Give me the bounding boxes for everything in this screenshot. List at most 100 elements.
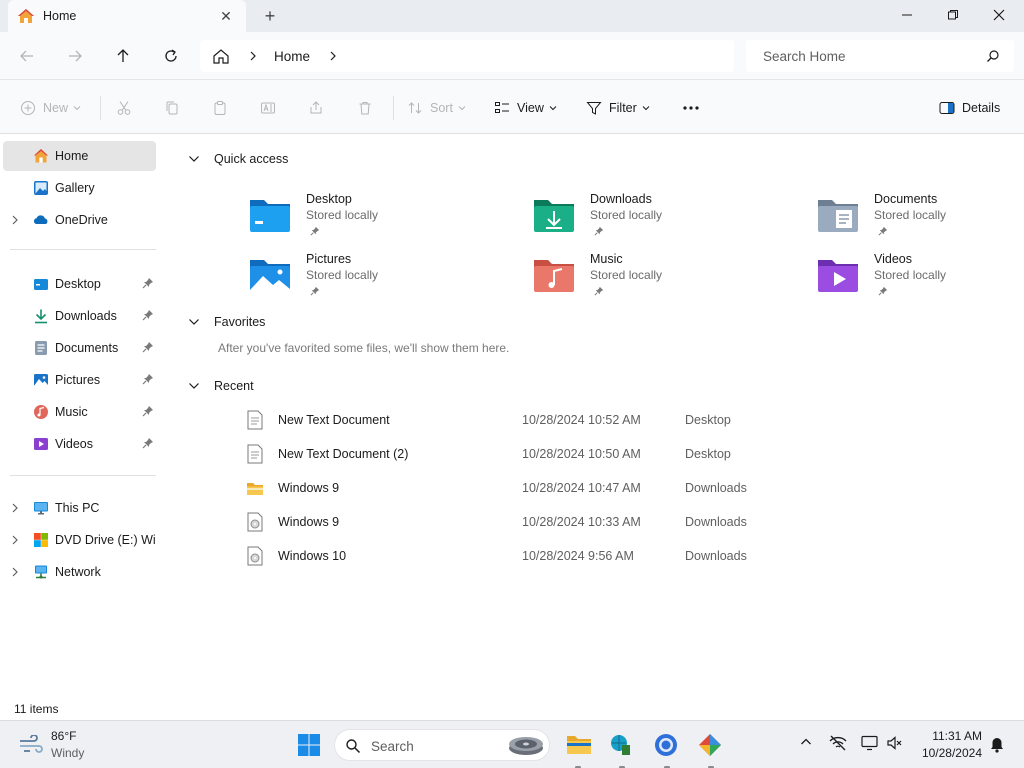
start-button[interactable] xyxy=(293,729,325,761)
quick-access-documents[interactable]: Documents Stored locally xyxy=(816,190,1024,246)
navigation-pane: Home Gallery OneDrive Desktop Downloads … xyxy=(0,135,162,700)
chevron-down-icon xyxy=(458,106,466,111)
recent-row[interactable]: Windows 9 10/28/2024 10:33 AM Downloads xyxy=(246,508,966,536)
home-outline-icon[interactable] xyxy=(212,48,230,65)
wind-weather-icon[interactable] xyxy=(18,735,44,753)
chevron-right-icon[interactable] xyxy=(11,214,19,226)
weather-condition[interactable]: Windy xyxy=(51,746,84,760)
minimize-button[interactable] xyxy=(884,0,930,30)
quick-access-header[interactable]: Quick access xyxy=(188,149,288,169)
forward-button[interactable] xyxy=(62,44,88,68)
taskbar-app[interactable] xyxy=(694,729,726,761)
search-input[interactable]: Search Home xyxy=(746,40,1014,72)
sidebar-item-documents[interactable]: Documents xyxy=(3,333,156,363)
pin-icon[interactable] xyxy=(142,341,154,353)
filter-icon xyxy=(586,102,602,115)
taskbar-browser[interactable] xyxy=(650,729,682,761)
sidebar-item-network[interactable]: Network xyxy=(3,557,156,587)
pin-icon[interactable] xyxy=(142,373,154,385)
quick-access-downloads[interactable]: Downloads Stored locally xyxy=(532,190,792,246)
pin-icon xyxy=(594,226,604,236)
view-list-icon xyxy=(495,102,509,113)
close-window-button[interactable] xyxy=(976,0,1022,30)
trash-icon xyxy=(359,102,371,115)
chevron-down-icon xyxy=(189,319,199,325)
recent-row[interactable]: Windows 10 10/28/2024 9:56 AM Downloads xyxy=(246,542,966,570)
chevron-right-icon[interactable] xyxy=(11,534,19,546)
folder-icon xyxy=(247,483,263,495)
disc-image-icon xyxy=(247,546,263,566)
sidebar-item-music[interactable]: Music xyxy=(3,397,156,427)
colorful-app-icon xyxy=(699,734,721,756)
chevron-down-icon xyxy=(189,156,199,162)
network-disconnected-icon[interactable] xyxy=(829,735,847,751)
breadcrumb[interactable]: Home xyxy=(200,40,734,72)
pin-icon[interactable] xyxy=(142,277,154,289)
divider xyxy=(100,96,101,120)
sidebar-item-gallery[interactable]: Gallery xyxy=(3,173,156,203)
quick-access-music[interactable]: Music Stored locally xyxy=(532,250,792,306)
new-button[interactable]: New xyxy=(20,98,81,118)
sidebar-item-onedrive[interactable]: OneDrive xyxy=(3,205,156,235)
paste-button[interactable] xyxy=(212,98,228,118)
chevron-right-icon[interactable] xyxy=(328,50,338,62)
recent-row[interactable]: Windows 9 10/28/2024 10:47 AM Downloads xyxy=(246,474,966,502)
weather-temperature[interactable]: 86°F xyxy=(51,729,76,743)
quick-access-videos[interactable]: Videos Stored locally xyxy=(816,250,1024,306)
sidebar-item-desktop[interactable]: Desktop xyxy=(3,269,156,299)
chevron-right-icon[interactable] xyxy=(11,566,19,578)
sidebar-item-pictures[interactable]: Pictures xyxy=(3,365,156,395)
cut-button[interactable] xyxy=(116,98,132,118)
pin-icon[interactable] xyxy=(142,437,154,449)
pin-icon[interactable] xyxy=(142,405,154,417)
breadcrumb-item-home[interactable]: Home xyxy=(274,49,310,64)
pin-icon[interactable] xyxy=(142,309,154,321)
new-tab-button[interactable]: + xyxy=(258,6,282,26)
quick-access-desktop[interactable]: Desktop Stored locally xyxy=(248,190,508,246)
chevron-down-icon xyxy=(549,106,557,111)
volume-muted-icon[interactable] xyxy=(886,735,904,751)
details-button[interactable]: Details xyxy=(939,98,1000,118)
close-tab-icon[interactable]: ✕ xyxy=(218,8,234,24)
videos-folder-icon xyxy=(34,438,48,450)
up-button[interactable] xyxy=(110,44,136,68)
sort-button[interactable]: Sort xyxy=(407,98,466,118)
sidebar-item-this-pc[interactable]: This PC xyxy=(3,493,156,523)
chevron-right-icon[interactable] xyxy=(248,50,258,62)
taskbar-network-app[interactable] xyxy=(605,729,637,761)
search-placeholder: Search Home xyxy=(763,49,846,64)
recent-row[interactable]: New Text Document 10/28/2024 10:52 AM De… xyxy=(246,406,966,434)
tab-home[interactable]: Home ✕ xyxy=(8,0,246,32)
sidebar-item-downloads[interactable]: Downloads xyxy=(3,301,156,331)
sidebar-item-videos[interactable]: Videos xyxy=(3,429,156,459)
back-button[interactable] xyxy=(14,44,40,68)
pin-icon xyxy=(594,286,604,296)
taskbar-search[interactable]: Search xyxy=(334,729,550,761)
refresh-button[interactable] xyxy=(158,44,184,68)
favorites-header[interactable]: Favorites xyxy=(188,312,265,332)
chevron-up-icon[interactable] xyxy=(800,735,812,749)
chevron-right-icon[interactable] xyxy=(11,502,19,514)
notification-bell-icon[interactable] xyxy=(990,737,1004,753)
display-icon[interactable] xyxy=(861,735,879,751)
taskbar-file-explorer[interactable] xyxy=(562,729,594,761)
copy-button[interactable] xyxy=(164,98,180,118)
view-button[interactable]: View xyxy=(494,98,557,118)
clock-date[interactable]: 10/28/2024 xyxy=(918,746,982,760)
restore-button[interactable] xyxy=(930,0,976,30)
delete-button[interactable] xyxy=(357,98,373,118)
share-button[interactable] xyxy=(308,98,324,118)
sidebar-item-home[interactable]: Home xyxy=(3,141,156,171)
status-bar: 11 items xyxy=(0,700,1024,720)
more-options-button[interactable] xyxy=(682,98,700,118)
quick-access-pictures[interactable]: Pictures Stored locally xyxy=(248,250,508,306)
more-icon xyxy=(683,106,699,110)
sidebar-item-dvd-drive[interactable]: DVD Drive (E:) Windows xyxy=(3,525,156,555)
minimize-icon xyxy=(902,14,912,16)
rename-button[interactable] xyxy=(260,98,276,118)
clock-time[interactable]: 11:31 AM xyxy=(918,729,982,743)
recent-header[interactable]: Recent xyxy=(188,376,254,396)
filter-button[interactable]: Filter xyxy=(586,98,650,118)
recent-row[interactable]: New Text Document (2) 10/28/2024 10:50 A… xyxy=(246,440,966,468)
close-icon xyxy=(993,9,1005,21)
